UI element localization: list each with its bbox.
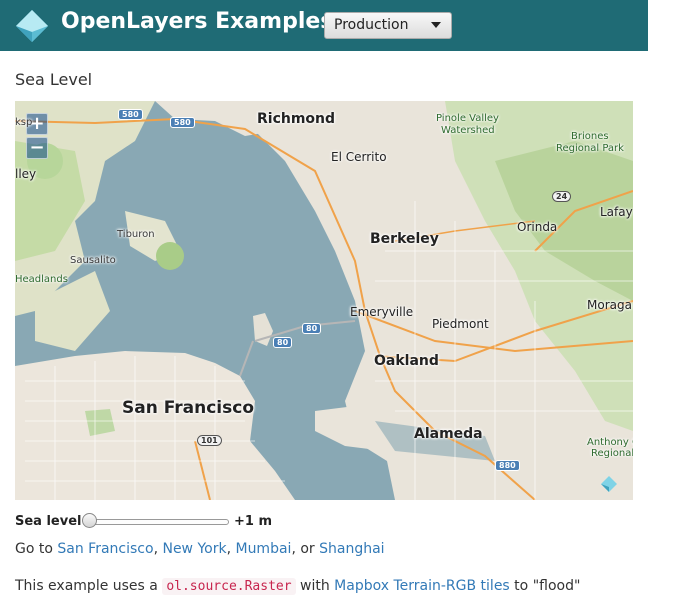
map-tiles (15, 101, 633, 500)
page-title: Sea Level (15, 70, 93, 89)
map-label-headlands: Headlands (15, 274, 68, 285)
map-label-pinole-valley: Pinole Valley (436, 113, 499, 124)
map-label-lley: lley (15, 167, 37, 181)
version-select[interactable]: Production (324, 12, 452, 39)
goto-prefix: Go to (15, 541, 58, 557)
map-label-el-cerrito: El Cerrito (331, 150, 387, 164)
brand-title[interactable]: OpenLayers Examples (61, 9, 333, 34)
highway-shield-880: 880 (495, 460, 520, 471)
map-label-richmond: Richmond (257, 111, 336, 127)
description-text: with (295, 578, 335, 594)
highway-shield-580: 580 (118, 109, 143, 120)
map-viewport[interactable]: + − Richmond El Cerrito Berkeley Orinda … (15, 101, 633, 500)
highway-shield-24: 24 (552, 191, 572, 202)
map-label-anthony-regional: Regional (591, 448, 633, 459)
zoom-out-button[interactable]: − (26, 137, 48, 159)
map-label-berkeley: Berkeley (370, 231, 439, 247)
highway-shield-101: 101 (197, 435, 222, 446)
map-label-sausalito: Sausalito (70, 255, 116, 266)
description-text: This example uses a (15, 578, 163, 594)
separator: , or (291, 541, 320, 557)
openlayers-logo-icon[interactable] (14, 8, 50, 44)
map-label-briones-park: Regional Park (556, 143, 624, 154)
goto-links: Go to San Francisco, New York, Mumbai, o… (15, 541, 385, 557)
sea-level-max-label: +1 m (234, 514, 273, 529)
goto-shanghai-link[interactable]: Shanghai (319, 541, 384, 557)
site-header: OpenLayers Examples Production (0, 0, 648, 51)
version-select-value: Production (334, 17, 409, 33)
openlayers-attribution-icon[interactable] (600, 475, 618, 493)
map-label-lafay: Lafay (600, 205, 633, 219)
sea-level-label: Sea level (15, 514, 82, 529)
map-label-watershed: Watershed (441, 125, 495, 136)
highway-shield-580b: 580 (170, 117, 195, 128)
code-snippet: ol.source.Raster (162, 578, 296, 595)
highway-shield-80b: 80 (273, 337, 293, 348)
sea-level-slider-thumb[interactable] (82, 513, 97, 528)
sea-level-slider-track[interactable] (85, 519, 229, 525)
goto-new-york-link[interactable]: New York (162, 541, 226, 557)
description-text: to "flood" (509, 578, 581, 594)
map-label-piedmont: Piedmont (432, 317, 489, 331)
example-description: This example uses a ol.source.Raster wit… (15, 578, 581, 595)
map-label-emeryville: Emeryville (350, 305, 414, 319)
highway-shield-80: 80 (302, 323, 322, 334)
map-label-anthony: Anthony C (587, 437, 633, 448)
map-label-ksp: ksp (15, 117, 33, 128)
goto-san-francisco-link[interactable]: San Francisco (57, 541, 153, 557)
map-label-oakland: Oakland (374, 353, 439, 369)
map-label-briones: Briones (571, 131, 609, 142)
map-label-alameda: Alameda (414, 426, 483, 442)
map-label-orinda: Orinda (517, 220, 558, 234)
mapbox-terrain-link[interactable]: Mapbox Terrain-RGB tiles (334, 578, 510, 594)
map-label-tiburon: Tiburon (117, 229, 155, 240)
map-label-moraga: Moraga (587, 298, 632, 312)
chevron-down-icon (431, 22, 441, 28)
goto-mumbai-link[interactable]: Mumbai (235, 541, 291, 557)
map-label-san-francisco: San Francisco (122, 398, 254, 418)
